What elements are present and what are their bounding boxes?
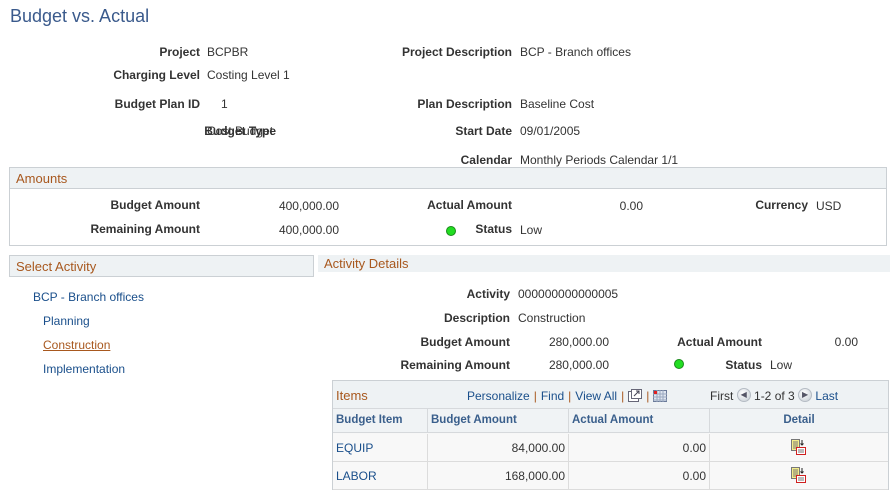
activity-label: Activity <box>466 287 510 301</box>
row-1-budget-amount: 84,000.00 <box>428 434 569 462</box>
grid-toolbar: Personalize | Find | View All | | <box>467 389 668 405</box>
activity-actual-value: 0.00 <box>834 335 858 349</box>
separator: | <box>646 389 650 404</box>
next-page-icon[interactable]: ▶ <box>798 387 813 402</box>
project-label: Project <box>159 45 200 59</box>
grid-pagination: First ◀ 1-2 of 3 ▶ Last <box>710 387 838 404</box>
row-2-budget-amount: 168,000.00 <box>428 462 569 490</box>
row-2-detail <box>710 462 888 490</box>
items-grid: Items Personalize | Find | View All | | First … <box>332 380 889 490</box>
column-header-budget-item[interactable]: Budget Item <box>333 409 428 433</box>
separator: | <box>621 389 625 404</box>
currency-value: USD <box>816 199 842 213</box>
activity-remaining-label: Remaining Amount <box>400 358 510 372</box>
activity-status-indicator-icon <box>674 359 684 369</box>
select-activity-header: Select Activity <box>9 255 314 277</box>
tree-item-construction[interactable]: Construction <box>43 338 110 352</box>
items-grid-title: Items <box>336 388 368 403</box>
budget-plan-id-label: Budget Plan ID <box>114 97 200 111</box>
plan-description-value: Baseline Cost <box>520 97 595 111</box>
amounts-remaining-value: 400,000.00 <box>278 223 339 237</box>
calendar-label: Calendar <box>460 153 512 167</box>
row-2-actual-amount: 0.00 <box>569 462 710 490</box>
amounts-actual-label: Actual Amount <box>427 198 512 212</box>
amounts-status-value: Low <box>520 223 543 237</box>
download-spreadsheet-icon[interactable] <box>653 389 668 405</box>
activity-value: 000000000000005 <box>518 287 619 301</box>
start-date-label: Start Date <box>455 124 512 138</box>
column-header-detail: Detail <box>710 409 888 433</box>
project-description-value: BCP - Branch offices <box>520 45 631 59</box>
plan-description-label: Plan Description <box>417 97 512 111</box>
separator: | <box>568 389 572 404</box>
column-header-actual-amount[interactable]: Actual Amount <box>569 409 710 433</box>
budget-type-value: Cost Budget <box>207 124 274 138</box>
amounts-status-label: Status <box>475 222 512 236</box>
currency-label: Currency <box>755 198 808 212</box>
view-all-link[interactable]: View All <box>575 389 617 403</box>
row-2-budget-item[interactable]: LABOR <box>333 462 428 490</box>
activity-description-value: Construction <box>518 311 586 325</box>
select-activity-title: Select Activity <box>16 259 97 274</box>
start-date-value: 09/01/2005 <box>520 124 581 138</box>
activity-details-title: Activity Details <box>324 256 409 271</box>
activity-budget-label: Budget Amount <box>420 335 510 349</box>
amounts-header: Amounts <box>9 167 887 189</box>
items-grid-header: Items Personalize | Find | View All | | First … <box>333 381 888 409</box>
charging-level-label: Charging Level <box>113 68 200 82</box>
personalize-link[interactable]: Personalize <box>467 389 530 403</box>
amounts-budget-label: Budget Amount <box>110 198 200 212</box>
detail-icon[interactable] <box>791 467 807 486</box>
row-1-budget-item[interactable]: EQUIP <box>333 434 428 462</box>
project-value: BCPBR <box>207 45 249 59</box>
row-1-actual-amount: 0.00 <box>569 434 710 462</box>
row-1-detail <box>710 434 888 462</box>
activity-actual-label: Actual Amount <box>677 335 762 349</box>
activity-details-header: Activity Details <box>318 255 890 272</box>
page-range: 1-2 of 3 <box>754 389 795 403</box>
amounts-budget-value: 400,000.00 <box>278 199 339 213</box>
detail-icon[interactable] <box>791 439 807 458</box>
charging-level-value: Costing Level 1 <box>207 68 290 82</box>
amounts-actual-value: 0.00 <box>619 199 643 213</box>
activity-remaining-value: 280,000.00 <box>548 358 609 372</box>
tree-item-bcp-branch-offices[interactable]: BCP - Branch offices <box>33 290 144 304</box>
activity-description-label: Description <box>443 311 510 325</box>
page-title: Budget vs. Actual <box>10 6 150 26</box>
activity-status-value: Low <box>770 358 793 372</box>
separator: | <box>533 389 537 404</box>
new-window-icon[interactable] <box>628 389 643 405</box>
amounts-title: Amounts <box>16 171 68 186</box>
tree-item-planning[interactable]: Planning <box>43 314 90 328</box>
calendar-value: Monthly Periods Calendar 1/1 <box>520 153 679 167</box>
find-link[interactable]: Find <box>541 389 564 403</box>
previous-page-icon[interactable]: ◀ <box>736 387 751 402</box>
amounts-remaining-label: Remaining Amount <box>90 222 200 236</box>
project-description-label: Project Description <box>401 45 512 59</box>
first-label: First <box>710 389 734 403</box>
budget-plan-id-value: 1 <box>221 97 228 111</box>
activity-budget-value: 280,000.00 <box>548 335 609 349</box>
column-header-budget-amount[interactable]: Budget Amount <box>428 409 569 433</box>
last-link[interactable]: Last <box>815 389 838 403</box>
tree-item-implementation[interactable]: Implementation <box>43 362 125 376</box>
activity-status-label: Status <box>725 358 762 372</box>
